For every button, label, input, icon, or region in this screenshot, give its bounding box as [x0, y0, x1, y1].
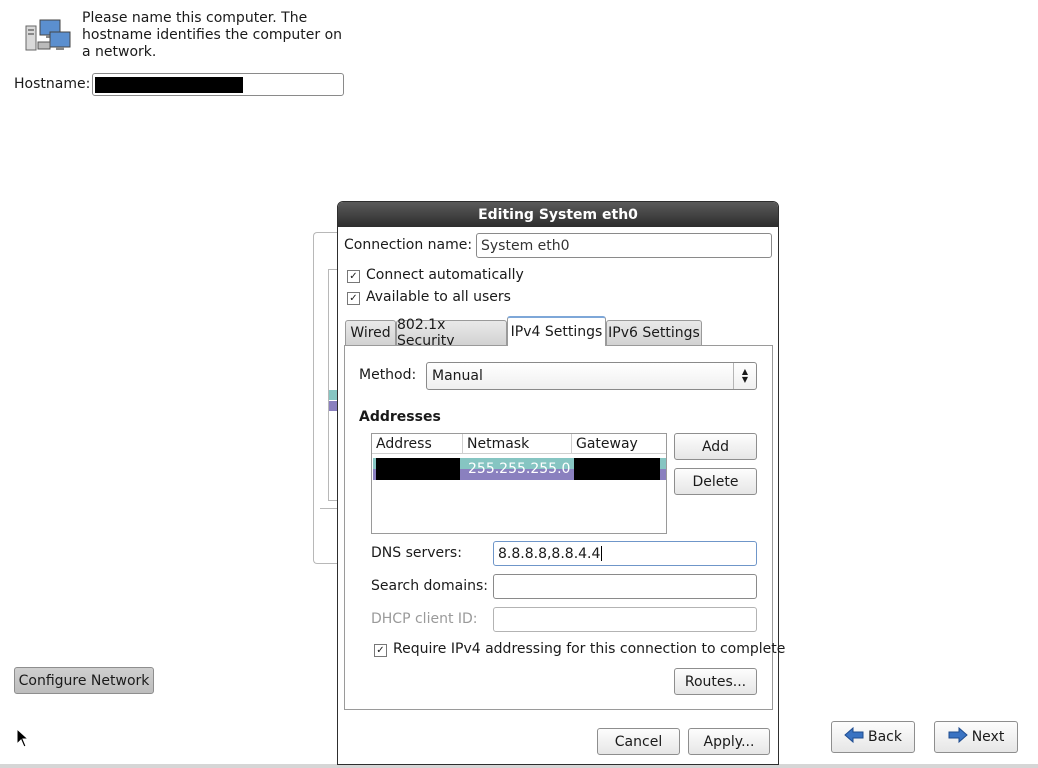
next-arrow-icon	[948, 726, 968, 747]
add-address-button[interactable]: Add	[674, 433, 757, 460]
require-ipv4-label: Require IPv4 addressing for this connect…	[393, 641, 786, 657]
next-label: Next	[971, 729, 1005, 745]
dns-servers-label: DNS servers:	[371, 545, 462, 561]
dns-servers-input[interactable]: 8.8.8.8,8.8.4.4	[493, 541, 757, 566]
column-header-gateway[interactable]: Gateway	[572, 434, 666, 454]
column-header-netmask[interactable]: Netmask	[463, 434, 572, 454]
connection-name-input[interactable]: System eth0	[476, 233, 772, 258]
available-all-users-label: Available to all users	[366, 289, 511, 305]
configure-network-button[interactable]: Configure Network	[14, 667, 154, 694]
dhcp-client-id-input	[493, 607, 757, 632]
redacted-address	[376, 458, 460, 480]
back-label: Back	[868, 729, 902, 745]
tab-ipv4-settings[interactable]: IPv4 Settings	[507, 316, 606, 346]
tab-ipv6-settings[interactable]: IPv6 Settings	[606, 320, 702, 345]
search-domains-label: Search domains:	[371, 578, 488, 594]
method-select[interactable]: Manual ▲ ▼	[426, 362, 757, 390]
cancel-button[interactable]: Cancel	[597, 728, 680, 755]
tab-wired[interactable]: Wired	[345, 320, 396, 345]
connect-automatically-checkbox[interactable]: ✓	[347, 270, 360, 283]
addresses-table[interactable]: Address Netmask Gateway 255.255.255.0	[371, 433, 667, 534]
redacted-hostname	[95, 77, 243, 93]
hostname-label: Hostname:	[14, 76, 91, 92]
hostname-prompt: Please name this computer. The hostname …	[82, 10, 343, 60]
method-label: Method:	[359, 367, 417, 383]
routes-button[interactable]: Routes...	[674, 668, 757, 695]
dhcp-client-id-label: DHCP client ID:	[371, 611, 478, 627]
connect-automatically-label: Connect automatically	[366, 267, 524, 283]
tab-8021x-security[interactable]: 802.1x Security	[396, 317, 507, 349]
ipv4-settings-panel: Method: Manual ▲ ▼ Addresses Address Netm…	[344, 345, 785, 710]
netmask-cell: 255.255.255.0	[468, 461, 571, 477]
back-button[interactable]: Back	[831, 721, 915, 753]
hostname-input[interactable]	[92, 73, 344, 96]
connection-name-label: Connection name:	[344, 237, 473, 253]
back-arrow-icon	[844, 726, 864, 747]
available-all-users-checkbox[interactable]: ✓	[347, 292, 360, 305]
dialog-title: Editing System eth0	[478, 206, 638, 223]
dialog-titlebar[interactable]: Editing System eth0	[338, 202, 778, 227]
edit-connection-dialog: Editing System eth0 Connection name: Sys…	[337, 201, 785, 765]
table-row[interactable]: 255.255.255.0	[373, 458, 666, 480]
connection-name-value: System eth0	[481, 237, 570, 254]
redacted-gateway	[574, 458, 660, 480]
delete-address-button[interactable]: Delete	[674, 468, 757, 495]
chevron-updown-icon: ▲ ▼	[733, 363, 756, 389]
text-caret	[601, 546, 603, 561]
next-button[interactable]: Next	[934, 721, 1018, 753]
apply-button[interactable]: Apply...	[688, 728, 770, 755]
dns-servers-value: 8.8.8.8,8.8.4.4	[498, 545, 601, 562]
require-ipv4-checkbox[interactable]: ✓	[374, 644, 387, 657]
network-computers-icon	[24, 18, 72, 54]
method-value: Manual	[432, 368, 483, 384]
column-header-address[interactable]: Address	[372, 434, 463, 454]
addresses-heading: Addresses	[359, 409, 441, 425]
search-domains-input[interactable]	[493, 574, 757, 599]
mouse-cursor-icon	[16, 727, 30, 752]
